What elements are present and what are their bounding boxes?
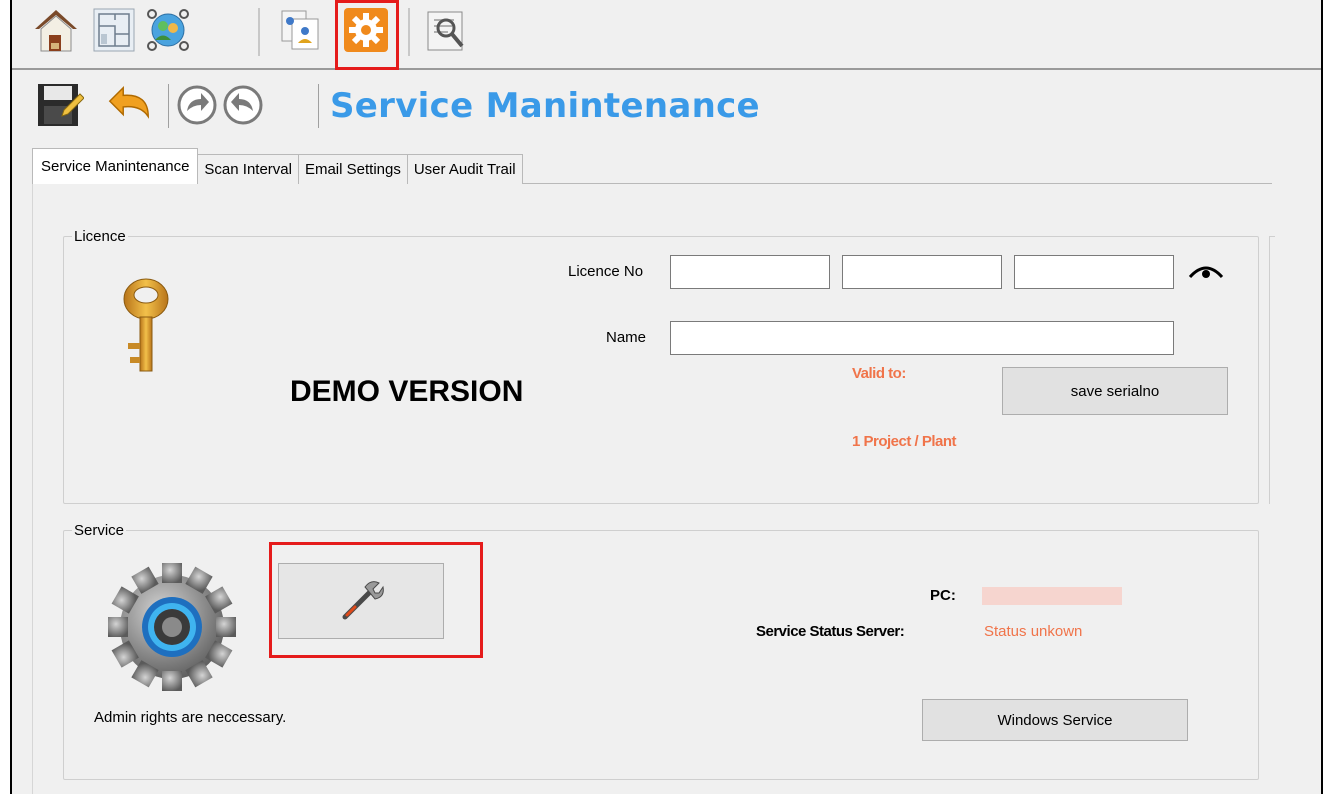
forward-icon <box>177 85 217 125</box>
toolbar-separator <box>168 84 169 128</box>
plan-button[interactable] <box>88 4 140 56</box>
pc-label: PC: <box>930 587 956 604</box>
settings-highlight-box <box>335 0 399 70</box>
save-icon <box>38 84 84 126</box>
undo-icon <box>108 85 149 119</box>
forward-button[interactable] <box>172 78 222 132</box>
key-icon <box>123 278 169 372</box>
licence-no-label: Licence No <box>568 263 644 280</box>
floor-plan-icon <box>93 8 135 52</box>
save-serialno-button[interactable]: save serialno <box>1002 367 1228 415</box>
report-button[interactable] <box>420 4 472 56</box>
undo-button[interactable] <box>104 78 154 132</box>
plan-text: 1 Project / Plant <box>852 433 957 450</box>
back-button[interactable] <box>218 78 268 132</box>
network-users-icon <box>147 9 189 51</box>
adjacent-panel-edge <box>1269 236 1275 504</box>
service-status-value: Status unkown <box>984 623 1083 640</box>
licence-no-field-2[interactable] <box>842 255 1002 289</box>
licence-no-field-1[interactable] <box>670 255 830 289</box>
report-edit-icon <box>427 11 464 51</box>
name-field[interactable] <box>670 321 1174 355</box>
service-tools-highlight-box <box>269 542 483 658</box>
admin-rights-note: Admin rights are neccessary. <box>94 709 287 726</box>
frame-right-edge <box>1321 0 1323 794</box>
back-icon <box>223 85 263 125</box>
pc-value <box>982 587 1122 605</box>
tab-email-settings[interactable]: Email Settings <box>297 154 408 184</box>
ribbon-separator <box>408 8 410 56</box>
valid-to-label: Valid to: <box>852 365 906 382</box>
tab-service-maintenance[interactable]: Service Manintenance <box>32 148 199 184</box>
tab-strip: Service Manintenance Scan Interval Email… <box>32 148 523 184</box>
tab-user-audit-trail[interactable]: User Audit Trail <box>406 154 523 184</box>
licence-group: Licence Licence No Name DEMO VERSION Val… <box>63 228 1259 504</box>
save-button[interactable] <box>34 78 84 132</box>
ribbon-separator <box>258 8 260 56</box>
page-title: Service Manintenance <box>330 86 760 126</box>
licence-group-title: Licence <box>72 228 128 245</box>
licence-no-field-3[interactable] <box>1014 255 1174 289</box>
demo-version-text: DEMO VERSION <box>290 375 524 408</box>
main-ribbon <box>12 0 1321 70</box>
windows-service-button[interactable]: Windows Service <box>922 699 1188 741</box>
service-group: Service Admin rights are neccessary. PC:… <box>63 522 1259 780</box>
documents-button[interactable] <box>274 4 326 56</box>
service-group-title: Service <box>72 522 127 539</box>
home-icon <box>35 10 77 52</box>
home-button[interactable] <box>30 4 82 56</box>
app-window: Service Manintenance Service Manintenanc… <box>12 0 1321 794</box>
show-password-eye-icon[interactable] <box>1188 261 1224 281</box>
tab-scan-interval[interactable]: Scan Interval <box>197 154 299 184</box>
tab-page-service-maintenance: Licence Licence No Name DEMO VERSION Val… <box>32 184 1275 794</box>
action-toolbar: Service Manintenance <box>12 72 1321 140</box>
user-documents-icon <box>281 10 319 50</box>
toolbar-separator <box>318 84 319 128</box>
network-button[interactable] <box>142 4 194 56</box>
service-gear-icon <box>108 563 236 691</box>
service-status-label: Service Status Server: <box>756 623 905 640</box>
name-label: Name <box>606 329 647 346</box>
